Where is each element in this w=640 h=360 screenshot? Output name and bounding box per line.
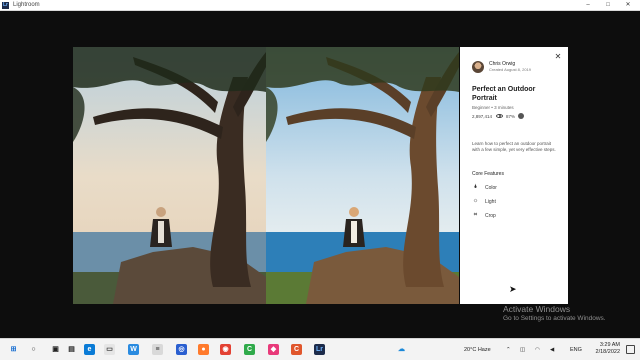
clock-date: 2/18/2022 (595, 349, 620, 355)
tray-chevron-icon[interactable]: ⌃ (506, 345, 511, 355)
firefox-icon[interactable]: ● (198, 344, 209, 355)
rating-badge-icon (518, 113, 525, 119)
camtasia-icon[interactable]: C (244, 344, 255, 355)
clock[interactable]: 3:29 AM 2/18/2022 (596, 342, 620, 356)
tutorial-description: Learn how to perfect an outdoor portrait… (472, 141, 556, 152)
weather-icon: ☁ (398, 346, 405, 353)
weather-text[interactable]: 20°C Haze (464, 345, 491, 355)
notification-icon[interactable] (626, 345, 635, 354)
lightroom-taskbar-icon[interactable]: Lr (314, 344, 325, 355)
views-count: 2,897,414 (472, 113, 493, 119)
snip-icon[interactable]: C (291, 344, 302, 355)
tutorial-meta: Beginner • 3 minutes (472, 105, 514, 110)
chat-icon[interactable]: ◎ (176, 344, 187, 355)
language-indicator[interactable]: ENG (570, 345, 582, 355)
sun-icon: ☼ (472, 198, 479, 204)
maximize-button[interactable]: □ (598, 0, 618, 11)
stats-row: 2,897,414 87% (472, 113, 525, 119)
feature-item-crop[interactable]: ⌗ Crop (472, 212, 496, 219)
feature-item-color[interactable]: 🌢 Color (472, 184, 497, 191)
window-title: Lightroom (13, 2, 40, 8)
color-drop-icon: 🌢 (473, 184, 478, 190)
wifi-icon[interactable]: ◠ (535, 345, 540, 355)
minimize-button[interactable]: – (578, 0, 598, 11)
edge-icon[interactable]: e (84, 344, 95, 355)
taskbar: ⊞ ○ ▣ ▤ e ▭ W ≡ ◎ ● ◉ C ◆ C Lr ☁ 20°C Ha… (0, 338, 640, 360)
volume-icon[interactable]: ◀ (550, 345, 554, 355)
mouse-cursor-icon: ➤ (509, 284, 517, 294)
tutorial-title: Perfect an Outdoor Portrait (472, 86, 536, 102)
file-explorer-icon[interactable]: ▭ (104, 344, 115, 355)
activate-windows-watermark: Activate Windows Go to Settings to activ… (503, 304, 606, 323)
after-photo (266, 47, 459, 304)
feature-label: Color (485, 184, 497, 191)
rating-value: 87% (506, 113, 516, 119)
feature-label: Crop (485, 212, 496, 219)
feature-item-light[interactable]: ☼ Light (472, 198, 496, 205)
widgets-icon[interactable]: ▤ (66, 344, 77, 355)
eye-icon (496, 114, 504, 118)
notepad-icon[interactable]: ≡ (152, 344, 163, 355)
window-controls: – □ ✕ (578, 0, 638, 11)
close-window-button[interactable]: ✕ (618, 0, 638, 11)
network-icon[interactable]: ◫ (520, 345, 525, 355)
title-bar: Lr Lightroom – □ ✕ (0, 0, 640, 11)
photos-icon[interactable]: ◆ (268, 344, 279, 355)
start-icon[interactable]: ⊞ (8, 344, 19, 355)
before-photo (73, 47, 266, 304)
tutorial-info-panel: ✕ Chris Orwig Created August 8, 2019 Per… (460, 47, 568, 304)
close-panel-button[interactable]: ✕ (553, 52, 563, 62)
crop-icon: ⌗ (473, 212, 478, 218)
author-row: Chris Orwig Created August 8, 2019 (472, 61, 531, 73)
store-icon[interactable]: W (128, 344, 139, 355)
lightroom-logo-icon: Lr (2, 2, 9, 9)
clock-time: 3:29 AM (599, 342, 620, 348)
avatar (472, 61, 484, 73)
watermark-title: Activate Windows (503, 304, 571, 314)
chrome-icon[interactable]: ◉ (220, 344, 231, 355)
task-view-icon[interactable]: ▣ (50, 344, 61, 355)
created-date: Created August 8, 2019 (489, 67, 532, 72)
watermark-subtitle: Go to Settings to activate Windows. (503, 315, 606, 322)
feature-label: Light (485, 198, 496, 205)
core-features-heading: Core Features (472, 171, 504, 177)
search-icon[interactable]: ○ (28, 344, 39, 355)
